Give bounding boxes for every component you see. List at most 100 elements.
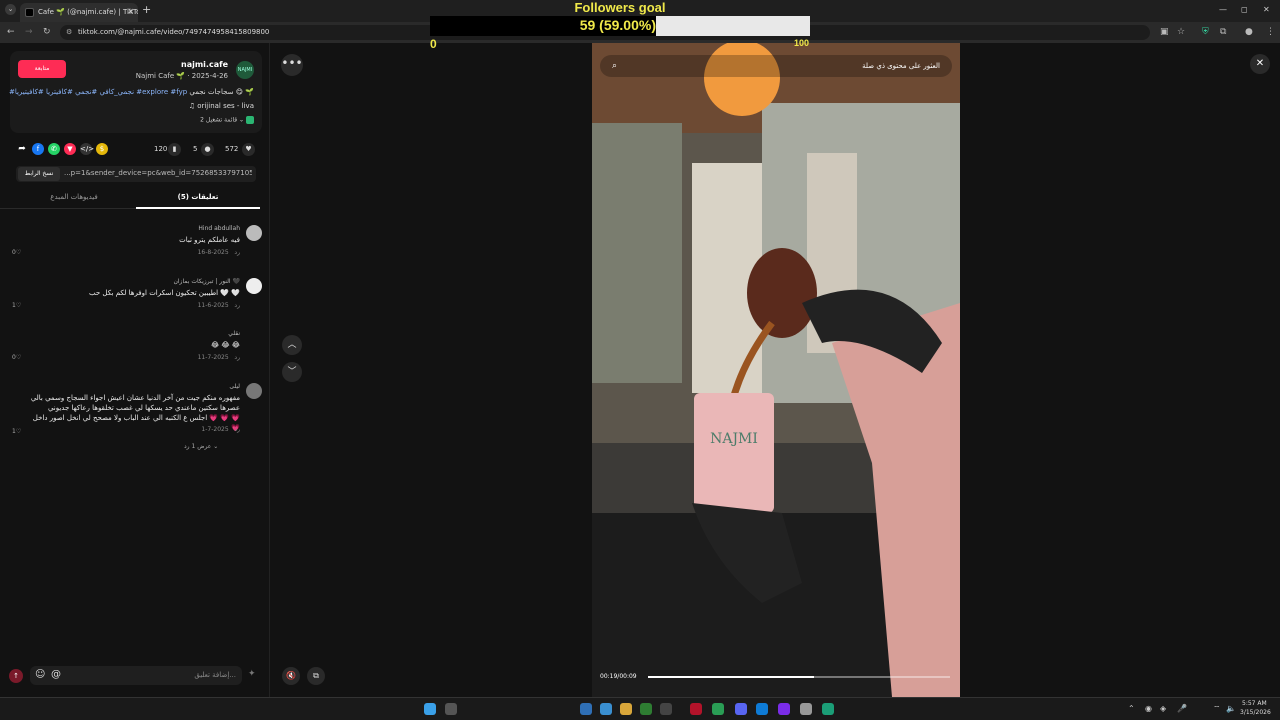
video-player[interactable]: NAJMI ⌕ العثور على محتوى ذي صلة 00:19/00… — [592, 43, 960, 697]
menu-kebab-icon[interactable]: ⋮ — [1266, 27, 1275, 37]
comment-count: 5 — [193, 145, 198, 153]
app-icon[interactable] — [580, 703, 592, 715]
next-video-button[interactable]: ﹀ — [282, 362, 302, 382]
reload-icon[interactable]: ↻ — [43, 27, 51, 37]
tray-app-icon[interactable]: ◈ — [1160, 704, 1166, 713]
tiktok-share-icon[interactable]: ▼ — [64, 143, 76, 155]
volume-icon[interactable]: 🔈 — [1226, 704, 1236, 713]
embed-code-icon[interactable]: </> — [80, 143, 94, 155]
tab-close-icon[interactable]: ✕ — [127, 7, 134, 16]
app-icon[interactable] — [735, 703, 747, 715]
view-replies-link[interactable]: عرض 1 رد ⌄ — [184, 443, 218, 450]
search-icon: ⌕ — [612, 61, 618, 71]
comment-like[interactable]: 1♡ — [12, 302, 21, 309]
app-icon[interactable] — [690, 703, 702, 715]
reply-link[interactable]: رد — [234, 426, 240, 433]
whatsapp-icon[interactable]: ✆ — [48, 143, 60, 155]
app-icon[interactable] — [822, 703, 834, 715]
bookmark-icon[interactable]: ▮ — [168, 143, 181, 156]
goal-max: 100 — [794, 38, 810, 48]
new-tab-button[interactable]: + — [142, 3, 151, 16]
commenter-name[interactable]: نقلي — [228, 330, 240, 337]
back-icon[interactable]: ← — [7, 27, 15, 37]
forward-icon[interactable]: → — [25, 27, 33, 37]
coin-icon[interactable]: $ — [96, 143, 108, 155]
post-caption: #نجمي_كافي #نجمي #كافيتريا #كافيتيريا #e… — [9, 88, 254, 96]
facebook-icon[interactable]: f — [32, 143, 44, 155]
goal-min: 0 — [430, 37, 437, 51]
url-text: tiktok.com/@najmi.cafe/video/74974749584… — [78, 28, 270, 36]
comment-like[interactable]: 0♡ — [12, 249, 21, 256]
commenter-avatar[interactable] — [246, 278, 262, 294]
maximize-button[interactable]: ◻ — [1241, 5, 1248, 14]
comment-icon[interactable]: ● — [201, 143, 214, 156]
search-taskbar-icon[interactable] — [445, 703, 457, 715]
send-comment-button[interactable]: ↑ — [9, 669, 23, 683]
copy-link-button[interactable]: نسخ الرابط — [18, 167, 60, 181]
cup-logo-text: NAJMI — [710, 431, 758, 447]
tray-app-icon[interactable]: ◉ — [1145, 704, 1152, 713]
close-window-button[interactable]: ✕ — [1263, 5, 1270, 14]
heart-outline-icon: ♡ — [15, 354, 22, 361]
post-info-card: متابعة NAJMI najmi.cafe Najmi Cafe 🌱 · 2… — [9, 51, 262, 133]
share-url-text[interactable]: ...p=1&sender_device=pc&web_id=752685337… — [64, 169, 252, 177]
mute-icon[interactable]: 🔇 — [282, 667, 300, 685]
comment-date: 2025-8-16 — [197, 249, 229, 256]
chrome-icon[interactable] — [712, 703, 724, 715]
tab-comments[interactable]: تعليقات (5) — [136, 193, 260, 201]
bookmark-star-icon[interactable]: ☆ — [1177, 27, 1185, 37]
file-explorer-icon[interactable] — [620, 703, 632, 715]
music-link[interactable]: ♫ orijinal ses - liva — [189, 102, 254, 110]
author-avatar[interactable]: NAJMI — [236, 61, 254, 79]
share-arrow-icon[interactable]: ➦ — [16, 143, 28, 155]
follow-button[interactable]: متابعة — [18, 60, 66, 78]
commenter-name[interactable]: ليلى — [229, 383, 240, 390]
app-icon[interactable] — [800, 703, 812, 715]
comment-input[interactable]: إضافة تعليق... — [30, 666, 242, 685]
comment-like[interactable]: 1♡ — [12, 428, 21, 435]
extension-shield-icon[interactable]: ⛨ — [1202, 27, 1209, 37]
commenter-avatar[interactable] — [246, 383, 262, 399]
reply-link[interactable]: رد — [234, 302, 240, 309]
commenter-avatar[interactable] — [246, 225, 262, 241]
app-icon[interactable] — [660, 703, 672, 715]
author-username[interactable]: najmi.cafe — [181, 60, 228, 69]
video-search-text: العثور على محتوى ذي صلة — [862, 62, 940, 70]
heart-outline-icon: ♡ — [15, 249, 22, 256]
emoji-icon[interactable]: ☺ — [35, 669, 45, 680]
caption-hashtags[interactable]: #نجمي_كافي #نجمي #كافيتريا #كافيتيريا #e… — [9, 88, 187, 96]
picture-in-picture-icon[interactable]: ⧉ — [307, 667, 325, 685]
commenter-name[interactable]: Hind abdullah — [198, 225, 240, 232]
heart-icon[interactable]: ♥ — [242, 143, 255, 156]
commenter-name[interactable]: النور | تبرزيكات بمازان 🖤 — [173, 278, 240, 285]
clock-time[interactable]: 5:57 AM — [1242, 700, 1267, 707]
playlist-selector[interactable]: قائمة تشغيل 2 ⌄ — [200, 116, 254, 124]
reply-link[interactable]: رد — [234, 249, 240, 256]
windows-start-icon[interactable] — [424, 703, 436, 715]
extensions-icon[interactable]: ⧉ — [1220, 27, 1226, 37]
video-frame-image: NAJMI — [592, 43, 960, 697]
cast-icon[interactable]: ▣ — [1160, 27, 1169, 37]
comment-like[interactable]: 0♡ — [12, 354, 21, 361]
browser-tab[interactable]: Cafe 🌱 (@najmi.cafe) | TikTok ✕ — [20, 3, 138, 22]
app-icon[interactable] — [756, 703, 768, 715]
tray-chevron-icon[interactable]: ⌃ — [1128, 704, 1135, 713]
app-icon[interactable] — [778, 703, 790, 715]
app-icon[interactable] — [600, 703, 612, 715]
clock-date[interactable]: 3/15/2026 — [1240, 709, 1271, 716]
minimize-button[interactable]: — — [1219, 5, 1227, 14]
wifi-icon[interactable]: ⌔ — [1213, 704, 1221, 714]
tab-creator-videos[interactable]: فيديوهات المبدع — [12, 193, 136, 201]
reply-link[interactable]: رد — [234, 354, 240, 361]
video-progress-bar[interactable] — [648, 676, 950, 678]
profile-icon[interactable]: ● — [1245, 27, 1253, 37]
close-video-button[interactable]: ✕ — [1250, 54, 1270, 74]
more-options-button[interactable]: ••• — [281, 54, 303, 76]
video-search-bar[interactable]: ⌕ العثور على محتوى ذي صلة — [600, 55, 952, 77]
app-icon[interactable] — [640, 703, 652, 715]
previous-video-button[interactable]: ︿ — [282, 335, 302, 355]
tab-list-icon[interactable]: ⌄ — [5, 4, 16, 15]
site-info-icon[interactable]: ⚙ — [66, 28, 72, 36]
mention-icon[interactable]: @ — [51, 669, 61, 680]
microphone-icon[interactable]: 🎤 — [1177, 704, 1187, 713]
